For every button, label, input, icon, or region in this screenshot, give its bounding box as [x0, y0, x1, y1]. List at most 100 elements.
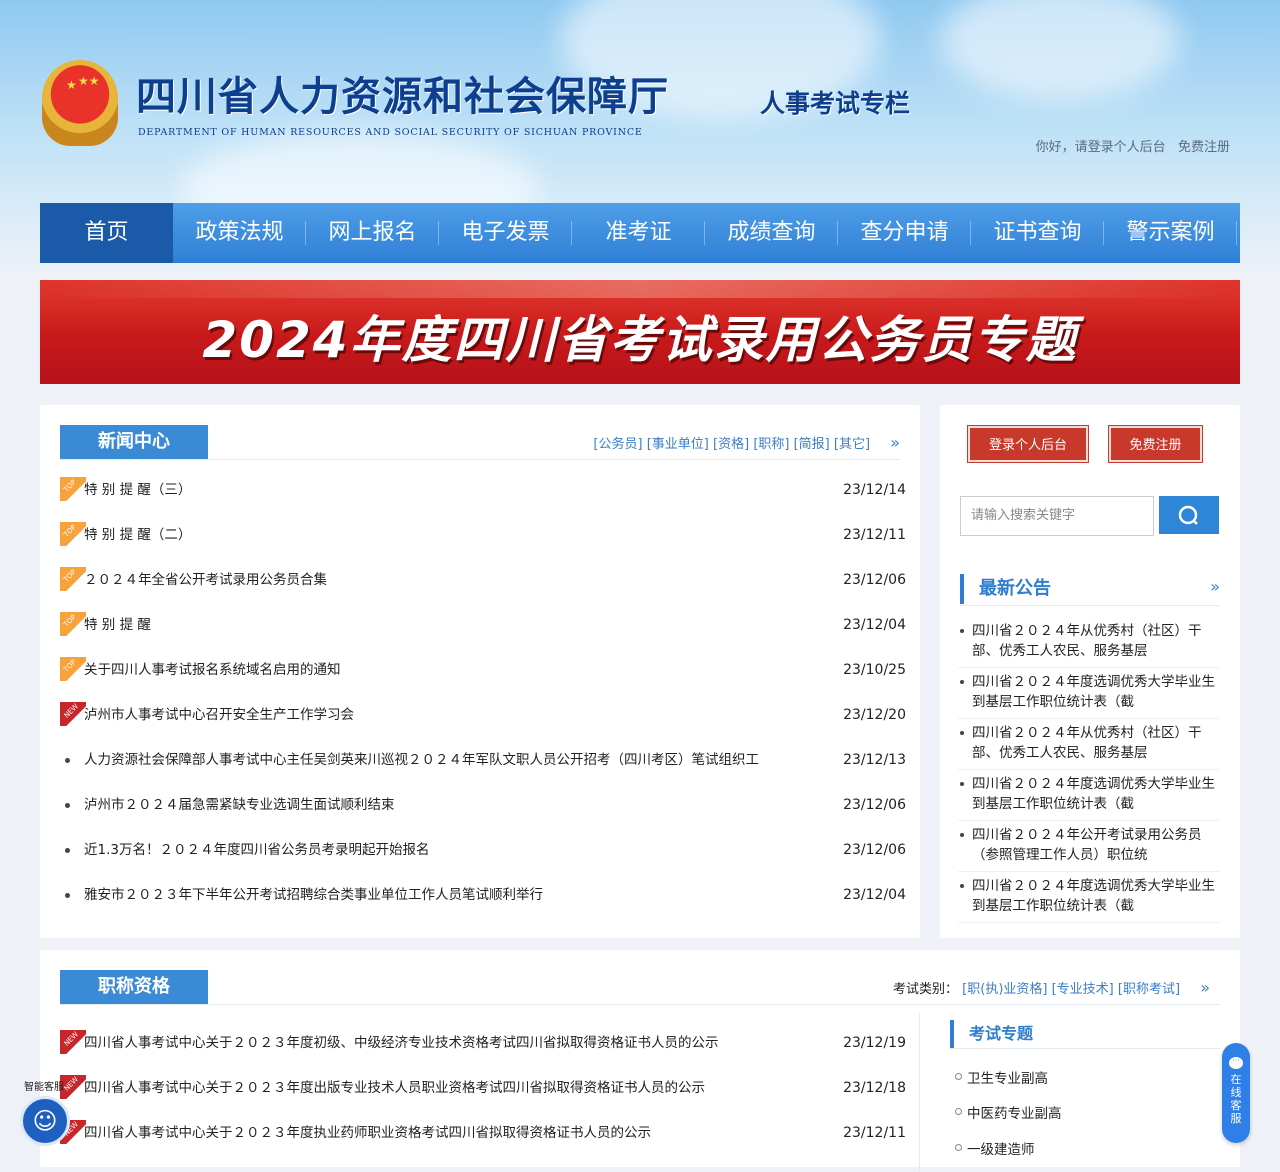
news-title: 新闻中心: [60, 425, 208, 459]
chat-icon: ···: [1229, 1057, 1243, 1069]
item-title[interactable]: 特 别 提 醒: [84, 603, 794, 648]
civil-servant-banner[interactable]: 2024年度四川省考试录用公务员专题: [40, 280, 1240, 384]
item-date: 23/12/11: [843, 1125, 906, 1141]
category-link[interactable]: [公务员]: [593, 437, 642, 452]
item-date: 23/12/06: [843, 842, 906, 858]
top-badge-icon: TOP: [60, 657, 86, 681]
smart-service-bot-icon[interactable]: ☺: [20, 1096, 70, 1146]
list-item[interactable]: 泸州市２０２４届急需紧缺专业选调生面试顺利结束 23/12/06: [60, 783, 906, 828]
item-date: 23/12/18: [843, 1080, 906, 1096]
news-categories: [公务员] [事业单位] [资格] [职称] [简报] [其它] »: [593, 433, 900, 452]
nav-invoice[interactable]: 电子发票: [439, 203, 572, 263]
nav-home[interactable]: 首页: [40, 203, 173, 263]
item-date: 23/12/20: [843, 707, 906, 723]
more-icon[interactable]: »: [1210, 577, 1220, 596]
item-title[interactable]: 近1.3万名！２０２４年度四川省公务员考录明起开始报名: [84, 828, 794, 873]
list-item[interactable]: 雅安市２０２３年下半年公开考试招聘综合类事业单位工作人员笔试顺利举行 23/12/…: [60, 873, 906, 918]
category-label: 考试类别：: [893, 982, 959, 997]
nav-warning-cases[interactable]: 警示案例: [1104, 203, 1237, 263]
list-item[interactable]: NEW 四川省人事考试中心关于２０２３年度初级、中级经济专业技术资格考试四川省拟取…: [60, 1021, 906, 1066]
item-title[interactable]: 四川省人事考试中心关于２０２３年度执业药师职业资格考试四川省拟取得资格证书人员的…: [84, 1111, 794, 1156]
more-icon[interactable]: »: [890, 433, 900, 452]
list-item[interactable]: NEW 泸州市人事考试中心召开安全生产工作学习会 23/12/20: [60, 693, 906, 738]
search-input[interactable]: 请输入搜索关键字: [960, 496, 1154, 536]
topic-link[interactable]: 一级建造师: [955, 1138, 1035, 1158]
divider: [60, 459, 900, 460]
list-item[interactable]: TOP 关于四川人事考试报名系统域名启用的通知 23/10/25: [60, 648, 906, 693]
news-panel: 新闻中心 [公务员] [事业单位] [资格] [职称] [简报] [其它] » …: [40, 405, 920, 938]
list-item[interactable]: TOP 特 别 提 醒（三） 23/12/14: [60, 468, 906, 513]
new-badge-icon: NEW: [60, 1030, 86, 1054]
category-link[interactable]: [资格]: [713, 437, 749, 452]
column-title: 人事考试专栏: [760, 89, 911, 118]
online-service-label: 在线客服: [1230, 1073, 1242, 1125]
smart-service-label: 智能客服: [24, 1082, 64, 1093]
announcement-item[interactable]: 四川省２０２４年公开考试录用公务员（参照管理工作人员）职位统: [958, 821, 1220, 872]
nav-score-review[interactable]: 查分申请: [838, 203, 971, 263]
announcement-item[interactable]: 四川省２０２４年从优秀村（社区）干部、优秀工人农民、服务基层: [958, 617, 1220, 668]
topic-link[interactable]: 中医药专业副高: [955, 1102, 1062, 1122]
divider: [950, 1048, 1220, 1049]
list-item[interactable]: TOP 特 别 提 醒 23/12/04: [60, 603, 906, 648]
item-title[interactable]: 雅安市２０２３年下半年公开考试招聘综合类事业单位工作人员笔试顺利举行: [84, 873, 794, 918]
login-link[interactable]: 你好，请登录个人后台: [1036, 140, 1166, 155]
site-title: 四川省人力资源和社会保障厅: [136, 73, 669, 120]
announcement-item[interactable]: 四川省２０２４年度选调优秀大学毕业生到基层工作职位统计表（截: [958, 770, 1220, 821]
bullet-icon: [65, 758, 70, 763]
site-subtitle: DEPARTMENT OF HUMAN RESOURCES AND SOCIAL…: [138, 127, 643, 138]
list-item[interactable]: NEW 四川省人事考试中心关于２０２３年度出版专业技术人员职业资格考试四川省拟取得…: [60, 1066, 906, 1111]
national-emblem-logo: ★ ★★: [42, 60, 118, 146]
item-title[interactable]: 四川省人事考试中心关于２０２３年度出版专业技术人员职业资格考试四川省拟取得资格证…: [84, 1066, 794, 1111]
category-link[interactable]: [简报]: [794, 437, 830, 452]
register-button[interactable]: 免费注册: [1109, 426, 1202, 462]
item-date: 23/12/11: [843, 527, 906, 543]
nav-registration[interactable]: 网上报名: [306, 203, 439, 263]
item-date: 23/12/19: [843, 1035, 906, 1051]
bullet-icon: [65, 803, 70, 808]
item-date: 23/12/13: [843, 752, 906, 768]
register-link[interactable]: 免费注册: [1178, 140, 1230, 155]
login-links: 你好，请登录个人后台 免费注册: [1036, 136, 1230, 155]
nav-policy[interactable]: 政策法规: [173, 203, 306, 263]
item-date: 23/12/06: [843, 797, 906, 813]
item-title[interactable]: 特 别 提 醒（二）: [84, 513, 794, 558]
online-service-button[interactable]: ··· 在线客服: [1222, 1043, 1250, 1143]
cloud-decoration: [940, 0, 1180, 100]
search-icon: [1178, 505, 1198, 525]
nav-certificate-query[interactable]: 证书查询: [971, 203, 1104, 263]
nav-score-query[interactable]: 成绩查询: [705, 203, 838, 263]
nav-admission-ticket[interactable]: 准考证: [572, 203, 705, 263]
top-badge-icon: TOP: [60, 477, 86, 501]
announcements-title: 最新公告: [960, 574, 1051, 604]
category-link[interactable]: [职称]: [753, 437, 789, 452]
item-title[interactable]: 四川省人事考试中心关于２０２３年度初级、中级经济专业技术资格考试四川省拟取得资格…: [84, 1021, 794, 1066]
item-title[interactable]: ２０２４年全省公开考试录用公务员合集: [84, 558, 794, 603]
list-item[interactable]: TOP ２０２４年全省公开考试录用公务员合集 23/12/06: [60, 558, 906, 603]
list-item[interactable]: 人力资源社会保障部人事考试中心主任吴剑英来川巡视２０２４年军队文职人员公开招考（…: [60, 738, 906, 783]
category-link[interactable]: [其它]: [834, 437, 870, 452]
topics-section: 考试专题 卫生专业副高 中医药专业副高 一级建造师: [950, 950, 1240, 1167]
item-title[interactable]: 特 别 提 醒（三）: [84, 468, 794, 513]
item-date: 23/12/06: [843, 572, 906, 588]
item-title[interactable]: 泸州市人事考试中心召开安全生产工作学习会: [84, 693, 794, 738]
divider: [960, 605, 1220, 606]
item-title[interactable]: 人力资源社会保障部人事考试中心主任吴剑英来川巡视２０２４年军队文职人员公开招考（…: [84, 738, 794, 783]
list-item[interactable]: 近1.3万名！２０２４年度四川省公务员考录明起开始报名 23/12/06: [60, 828, 906, 873]
item-title[interactable]: 泸州市２０２４届急需紧缺专业选调生面试顺利结束: [84, 783, 794, 828]
top-badge-icon: TOP: [60, 522, 86, 546]
list-item[interactable]: TOP 特 别 提 醒（二） 23/12/11: [60, 513, 906, 558]
topic-link[interactable]: 卫生专业副高: [955, 1067, 1048, 1087]
list-item[interactable]: NEW 四川省人事考试中心关于２０２３年度执业药师职业资格考试四川省拟取得资格证书…: [60, 1111, 906, 1156]
titles-panel: 职称资格 考试类别： [职(执)业资格] [专业技术] [职称考试] » NEW…: [40, 950, 1240, 1172]
search-button[interactable]: [1159, 496, 1219, 534]
item-title[interactable]: 关于四川人事考试报名系统域名启用的通知: [84, 648, 794, 693]
login-button[interactable]: 登录个人后台: [968, 426, 1088, 462]
announcement-item[interactable]: 四川省２０２４年从优秀村（社区）干部、优秀工人农民、服务基层: [958, 719, 1220, 770]
announcement-item[interactable]: 四川省２０２４年度选调优秀大学毕业生到基层工作职位统计表（截: [958, 872, 1220, 923]
item-date: 23/12/04: [843, 887, 906, 903]
banner-text: 2024年度四川省考试录用公务员专题: [202, 311, 1078, 369]
category-link[interactable]: [事业单位]: [647, 437, 709, 452]
announcement-item[interactable]: 四川省２０２４年度选调优秀大学毕业生到基层工作职位统计表（截: [958, 668, 1220, 719]
topics-title: 考试专题: [950, 1020, 1033, 1048]
item-date: 23/10/25: [843, 662, 906, 678]
